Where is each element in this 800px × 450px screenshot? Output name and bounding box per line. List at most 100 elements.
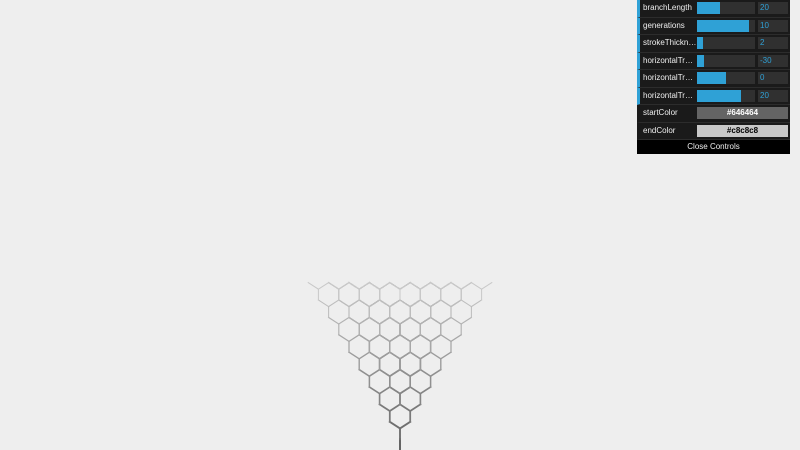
tree-branch-segment — [429, 351, 442, 360]
slider-fill — [697, 89, 741, 102]
tree-branch-segment — [419, 368, 432, 378]
branch-length-slider[interactable] — [697, 2, 755, 14]
horizontal-travel-1-slider[interactable] — [697, 54, 755, 67]
tree-branch-segment — [419, 281, 432, 290]
control-row-stroke-thickness: strokeThickness 2 — [637, 35, 790, 53]
tree-branch-segment — [398, 420, 412, 430]
tree-branch-segment — [389, 281, 401, 290]
tree-branch-segment — [409, 351, 422, 360]
tree-branch-segment — [388, 316, 401, 325]
horizontal-travel-3-input[interactable]: 20 — [758, 89, 788, 102]
controls-panel: branchLength 20 generations 10 strokeThi… — [637, 0, 790, 154]
tree-branch-segment — [399, 351, 412, 360]
tree-branch-segment — [368, 368, 381, 378]
tree-branch-segment — [450, 281, 462, 290]
tree-branch-segment — [388, 385, 402, 395]
horizontal-travel-2-input[interactable]: 0 — [758, 72, 788, 84]
control-row-end-color: endColor #c8c8c8 — [637, 122, 790, 140]
tree-branch-segment — [307, 281, 320, 290]
generations-slider[interactable] — [697, 19, 755, 32]
tree-branch-segment — [388, 420, 402, 430]
control-label: horizontalTravel... — [643, 90, 697, 100]
tree-branch-segment — [388, 351, 401, 360]
slider-fill — [697, 19, 750, 32]
control-label: startColor — [643, 108, 678, 117]
tree-branch-segment — [358, 368, 371, 378]
horizontal-travel-1-input[interactable]: -30 — [758, 54, 788, 67]
tree-branch-segment — [439, 333, 452, 343]
tree-branch-segment — [348, 333, 361, 343]
tree-branch-segment — [368, 333, 381, 343]
tree-branch-segment — [409, 368, 422, 378]
tree-branch-segment — [409, 333, 422, 343]
tree-branch-segment — [399, 316, 412, 325]
fractal-tree — [307, 281, 493, 450]
tree-branch-segment — [450, 333, 463, 343]
tree-branch-segment — [419, 351, 432, 360]
tree-branch-segment — [368, 299, 381, 308]
control-label: horizontalTravel... — [643, 73, 697, 82]
end-color-swatch[interactable]: #c8c8c8 — [697, 124, 788, 137]
tree-branch-segment — [368, 316, 381, 325]
tree-branch-segment — [429, 281, 442, 290]
start-color-swatch[interactable]: #646464 — [697, 107, 788, 119]
tree-branch-segment — [440, 281, 452, 290]
tree-branch-segment — [358, 351, 371, 360]
tree-branch-segment — [429, 299, 442, 308]
tree-branch-segment — [398, 403, 412, 413]
tree-branch-segment — [460, 299, 473, 308]
tree-branch-segment — [439, 316, 452, 325]
control-label: horizontalTravel... — [643, 55, 697, 65]
stroke-thickness-slider[interactable] — [697, 37, 755, 49]
branch-length-input[interactable]: 20 — [758, 2, 788, 14]
control-row-generations: generations 10 — [637, 17, 790, 35]
tree-branch-segment — [378, 281, 391, 290]
tree-branch-segment — [419, 333, 432, 343]
control-row-start-color: startColor #646464 — [637, 105, 790, 123]
slider-fill — [697, 37, 703, 49]
tree-branch-segment — [337, 333, 350, 343]
tree-branch-segment — [398, 368, 412, 378]
close-controls-button[interactable]: Close Controls — [637, 140, 790, 154]
tree-branch-segment — [440, 299, 452, 308]
tree-branch-segment — [409, 316, 422, 325]
tree-branch-segment — [317, 299, 330, 308]
control-row-horizontal-travel-1: horizontalTravel... -30 — [637, 52, 790, 70]
tree-branch-segment — [429, 368, 442, 378]
tree-branch-segment — [378, 385, 391, 395]
tree-branch-segment — [389, 299, 401, 308]
tree-branch-segment — [348, 316, 361, 325]
tree-branch-segment — [348, 281, 360, 290]
tree-branch-segment — [358, 299, 371, 308]
tree-branch-segment — [419, 385, 432, 395]
tree-branch-segment — [388, 368, 402, 378]
tree-branch-segment — [450, 316, 463, 325]
tree-branch-segment — [470, 299, 483, 308]
tree-branch-segment — [368, 385, 381, 395]
tree-branch-segment — [460, 316, 473, 325]
tree-branch-segment — [399, 299, 411, 308]
horizontal-travel-3-slider[interactable] — [697, 89, 755, 102]
control-row-branch-length: branchLength 20 — [637, 0, 790, 18]
tree-branch-segment — [450, 299, 462, 308]
tree-branch-segment — [409, 385, 422, 395]
tree-branch-segment — [388, 403, 402, 413]
tree-branch-segment — [338, 299, 350, 308]
tree-branch-segment — [337, 316, 350, 325]
horizontal-travel-2-slider[interactable] — [697, 72, 755, 84]
tree-branch-segment — [358, 316, 371, 325]
tree-branch-segment — [358, 333, 371, 343]
tree-branch-segment — [378, 368, 391, 378]
control-label: strokeThickness — [643, 38, 697, 47]
tree-branch-segment — [399, 281, 411, 290]
tree-branch-segment — [399, 333, 412, 343]
tree-branch-segment — [378, 351, 391, 360]
control-label: branchLength — [643, 3, 692, 12]
tree-branch-segment — [378, 403, 392, 413]
tree-branch-segment — [470, 281, 483, 290]
generations-input[interactable]: 10 — [758, 19, 788, 32]
stroke-thickness-input[interactable]: 2 — [758, 37, 788, 49]
tree-branch-segment — [368, 351, 381, 360]
tree-branch-segment — [398, 385, 412, 395]
tree-branch-segment — [317, 281, 330, 290]
